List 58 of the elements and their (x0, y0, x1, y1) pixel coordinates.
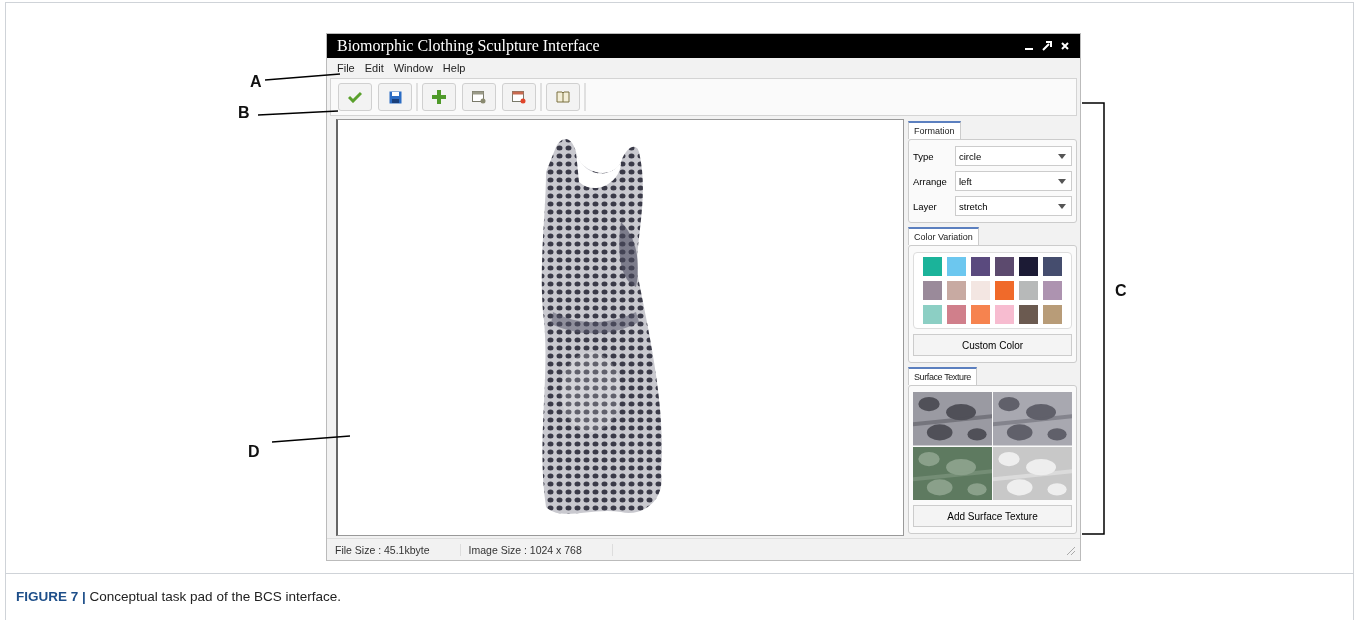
caret-icon (1058, 203, 1066, 209)
color-swatch[interactable] (971, 257, 990, 276)
color-swatch[interactable] (923, 305, 942, 324)
check-icon (348, 91, 362, 103)
color-swatch[interactable] (995, 305, 1014, 324)
menu-item[interactable]: Help (442, 62, 466, 74)
color-variation-tab[interactable]: Color Variation (908, 227, 979, 245)
save-button[interactable] (378, 83, 412, 111)
formation-tab[interactable]: Formation (908, 121, 961, 139)
surface-texture-tab[interactable]: Surface Texture (908, 367, 977, 385)
annotation-label: A (250, 73, 262, 91)
annotation-label: D (248, 443, 260, 461)
menu-item[interactable]: File (337, 62, 355, 74)
window-icon (472, 90, 486, 104)
color-swatch[interactable] (971, 281, 990, 300)
close-window-button[interactable] (502, 83, 536, 111)
color-swatch[interactable] (1043, 257, 1062, 276)
apply-button[interactable] (338, 83, 372, 111)
color-swatch[interactable] (947, 257, 966, 276)
color-swatch[interactable] (1043, 281, 1062, 300)
color-swatch[interactable] (1019, 281, 1038, 300)
caret-icon (1058, 153, 1066, 159)
new-window-button[interactable] (462, 83, 496, 111)
color-swatch[interactable] (947, 305, 966, 324)
annotation-label: B (238, 104, 250, 122)
field-label: Arrange (913, 175, 948, 187)
caret-icon (1058, 178, 1066, 184)
field-label: Layer (913, 200, 938, 212)
dropdown[interactable]: stretch (955, 196, 1072, 216)
menu-item[interactable]: Window (393, 62, 433, 74)
color-swatch[interactable] (971, 305, 990, 324)
window-icon (512, 90, 526, 104)
color-swatch[interactable] (995, 281, 1014, 300)
color-swatch[interactable] (923, 257, 942, 276)
status-text: File Size : 45.1kbyte (327, 543, 461, 556)
close-icon[interactable] (1060, 41, 1070, 51)
dropdown[interactable]: circle (955, 146, 1072, 166)
window-title: Biomorphic Clothing Sculpture Interface (337, 37, 600, 55)
add-surface-texture-button[interactable]: Add Surface Texture (913, 505, 1072, 527)
figure-caption: FIGURE 7 | Conceptual task pad of the BCS interface. (6, 573, 1353, 620)
field-label: Type (913, 150, 935, 162)
plus-icon (432, 90, 446, 104)
color-swatch[interactable] (995, 257, 1014, 276)
book-icon (556, 91, 570, 103)
dropdown[interactable]: left (955, 171, 1072, 191)
status-text: Image Size : 1024 x 768 (460, 543, 613, 556)
menu-item[interactable]: Edit (364, 62, 384, 74)
color-swatch[interactable] (947, 281, 966, 300)
pin-icon[interactable] (1042, 41, 1052, 51)
color-swatch[interactable] (1019, 305, 1038, 324)
save-icon (388, 90, 402, 104)
add-button[interactable] (422, 83, 456, 111)
color-swatch[interactable] (1019, 257, 1038, 276)
color-swatch[interactable] (1043, 305, 1062, 324)
color-swatch[interactable] (923, 281, 942, 300)
annotation-label: C (1115, 282, 1127, 300)
book-button[interactable] (546, 83, 580, 111)
custom-color-button[interactable]: Custom Color (913, 334, 1072, 356)
